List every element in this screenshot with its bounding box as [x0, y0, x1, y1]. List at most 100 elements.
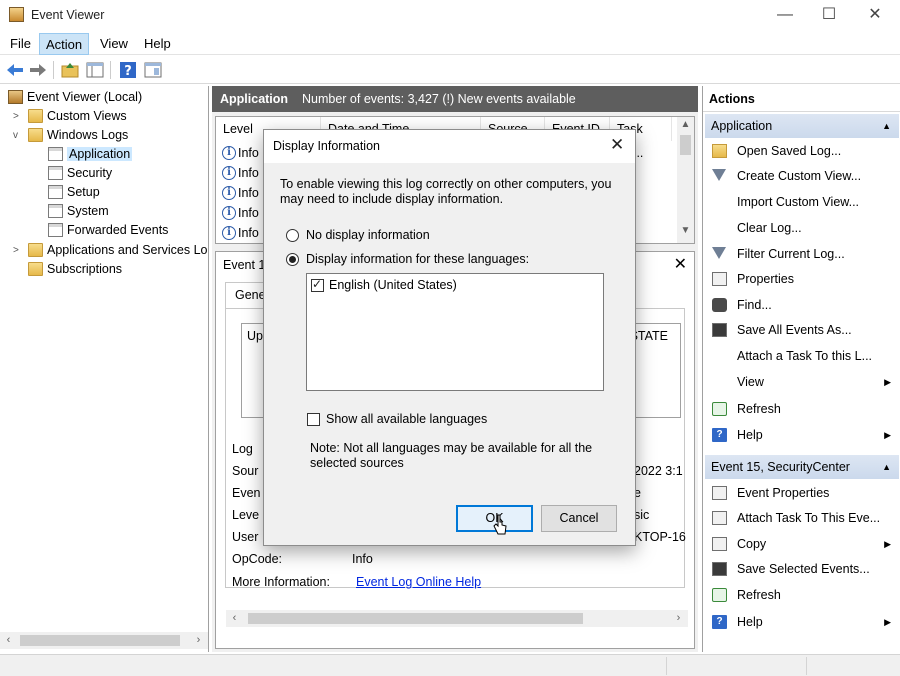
- action-import-custom-view[interactable]: Import Custom View...: [705, 190, 899, 214]
- submenu-arrow-icon: ▶: [884, 610, 891, 634]
- info-icon: i: [222, 166, 236, 180]
- refresh-icon: [712, 588, 727, 602]
- show-all-languages-checkbox[interactable]: [307, 413, 320, 426]
- folder-icon: [28, 262, 43, 276]
- menu-view[interactable]: View: [94, 33, 134, 55]
- scroll-left-icon[interactable]: ‹: [0, 632, 17, 649]
- action-create-custom-view[interactable]: Create Custom View...: [705, 164, 899, 188]
- collapse-icon[interactable]: ▲: [882, 455, 891, 479]
- chevron-down-icon[interactable]: v: [13, 126, 18, 145]
- field-source-label: Sour: [232, 464, 258, 478]
- action-refresh[interactable]: Refresh: [705, 397, 899, 421]
- log-header: Application Number of events: 3,427 (!) …: [212, 86, 698, 112]
- dialog-intro-text: To enable viewing this log correctly on …: [280, 177, 620, 207]
- no-display-info-label[interactable]: No display information: [306, 228, 430, 242]
- actions-section-application[interactable]: Application▲: [705, 114, 899, 138]
- tree-item-custom-views[interactable]: > Custom Views: [28, 107, 127, 126]
- tree-item-applications-and-services[interactable]: > Applications and Services Lo: [28, 241, 208, 260]
- scroll-left-icon[interactable]: ‹: [226, 610, 243, 627]
- action-attach-task-to-log[interactable]: Attach a Task To this L...: [705, 344, 899, 368]
- action-clear-log[interactable]: Clear Log...: [705, 216, 899, 240]
- field-keywords-value: sic: [634, 508, 649, 522]
- scroll-up-icon[interactable]: ▲: [677, 119, 694, 130]
- action-save-all-events[interactable]: Save All Events As...: [705, 318, 899, 342]
- folder-icon: [28, 109, 43, 123]
- scroll-down-icon[interactable]: ▼: [677, 225, 694, 236]
- details-horizontal-scrollbar[interactable]: ‹ ›: [226, 610, 688, 627]
- help-icon[interactable]: ?: [117, 59, 139, 81]
- actions-title: Actions: [703, 86, 900, 112]
- cancel-button[interactable]: Cancel: [541, 505, 617, 532]
- menu-file[interactable]: File: [4, 33, 37, 55]
- up-folder-icon[interactable]: [59, 59, 81, 81]
- title-bar: Event Viewer — ☐ ✕: [0, 0, 900, 30]
- field-opcode-label: OpCode:: [232, 552, 282, 566]
- field-computer-value: KTOP-16: [634, 530, 686, 544]
- event-log-online-help-link[interactable]: Event Log Online Help: [356, 575, 481, 589]
- help-icon: ?: [712, 428, 727, 442]
- info-icon: i: [222, 206, 236, 220]
- action-help-event[interactable]: ?Help▶: [705, 610, 899, 634]
- action-copy[interactable]: Copy▶: [705, 532, 899, 556]
- toolbar: ?: [0, 56, 900, 84]
- scroll-thumb[interactable]: [20, 635, 180, 646]
- log-icon: [48, 147, 63, 161]
- minimize-button[interactable]: —: [762, 0, 808, 30]
- language-label[interactable]: English (United States): [329, 278, 457, 292]
- save-icon: [712, 323, 727, 337]
- maximize-button[interactable]: ☐: [806, 0, 852, 30]
- tree-item-subscriptions[interactable]: Subscriptions: [28, 260, 122, 279]
- action-find[interactable]: Find...: [705, 293, 899, 317]
- tree-horizontal-scrollbar[interactable]: ‹ ›: [0, 632, 208, 649]
- show-hide-action-pane-icon[interactable]: [142, 59, 164, 81]
- show-all-languages-label[interactable]: Show all available languages: [326, 412, 487, 426]
- show-hide-tree-icon[interactable]: [84, 59, 106, 81]
- chevron-right-icon[interactable]: >: [13, 107, 19, 126]
- action-filter-current-log[interactable]: Filter Current Log...: [705, 242, 899, 266]
- dialog-close-button[interactable]: ✕: [610, 135, 624, 155]
- display-info-languages-label[interactable]: Display information for these languages:: [306, 252, 529, 266]
- info-icon: i: [222, 186, 236, 200]
- tree-item-security[interactable]: Security: [48, 164, 112, 183]
- menu-help[interactable]: Help: [138, 33, 177, 55]
- scroll-right-icon[interactable]: ›: [670, 610, 687, 627]
- refresh-icon: [712, 402, 727, 416]
- action-open-saved-log[interactable]: Open Saved Log...: [705, 139, 899, 163]
- display-info-languages-radio[interactable]: [286, 253, 299, 266]
- tree-item-system[interactable]: System: [48, 202, 109, 221]
- scroll-thumb[interactable]: [248, 613, 583, 624]
- properties-icon: [712, 486, 727, 500]
- submenu-arrow-icon: ▶: [884, 423, 891, 447]
- back-arrow-icon[interactable]: [4, 59, 26, 81]
- action-attach-task-to-event[interactable]: Attach Task To This Eve...: [705, 506, 899, 530]
- event-list-vertical-scrollbar[interactable]: ▲ ▼: [677, 117, 694, 243]
- action-properties[interactable]: Properties: [705, 267, 899, 291]
- language-checkbox[interactable]: [311, 279, 324, 292]
- menu-action[interactable]: Action: [39, 33, 89, 55]
- close-icon[interactable]: ✕: [674, 254, 687, 274]
- action-event-properties[interactable]: Event Properties: [705, 481, 899, 505]
- mouse-cursor-icon: [493, 514, 507, 536]
- dialog-note: Note: Not all languages may be available…: [310, 441, 610, 471]
- collapse-icon[interactable]: ▲: [882, 114, 891, 138]
- close-button[interactable]: ✕: [852, 0, 898, 30]
- scroll-thumb[interactable]: [680, 135, 691, 155]
- action-save-selected-events[interactable]: Save Selected Events...: [705, 557, 899, 581]
- tree-item-setup[interactable]: Setup: [48, 183, 100, 202]
- action-help[interactable]: ?Help▶: [705, 423, 899, 447]
- no-display-info-radio[interactable]: [286, 229, 299, 242]
- tree-item-application[interactable]: Application: [48, 145, 132, 164]
- log-icon: [48, 204, 63, 218]
- log-icon: [48, 166, 63, 180]
- action-refresh-event[interactable]: Refresh: [705, 583, 899, 607]
- tree-item-forwarded-events[interactable]: Forwarded Events: [48, 221, 168, 240]
- scroll-right-icon[interactable]: ›: [190, 632, 207, 649]
- save-icon: [712, 562, 727, 576]
- field-opcode-value: Info: [352, 552, 373, 566]
- action-view[interactable]: View▶: [705, 370, 899, 394]
- forward-arrow-icon[interactable]: [27, 59, 49, 81]
- tree-item-event-viewer-local[interactable]: Event Viewer (Local): [8, 88, 142, 107]
- actions-section-event[interactable]: Event 15, SecurityCenter▲: [705, 455, 899, 479]
- chevron-right-icon[interactable]: >: [13, 241, 19, 260]
- tree-item-windows-logs[interactable]: v Windows Logs: [28, 126, 128, 145]
